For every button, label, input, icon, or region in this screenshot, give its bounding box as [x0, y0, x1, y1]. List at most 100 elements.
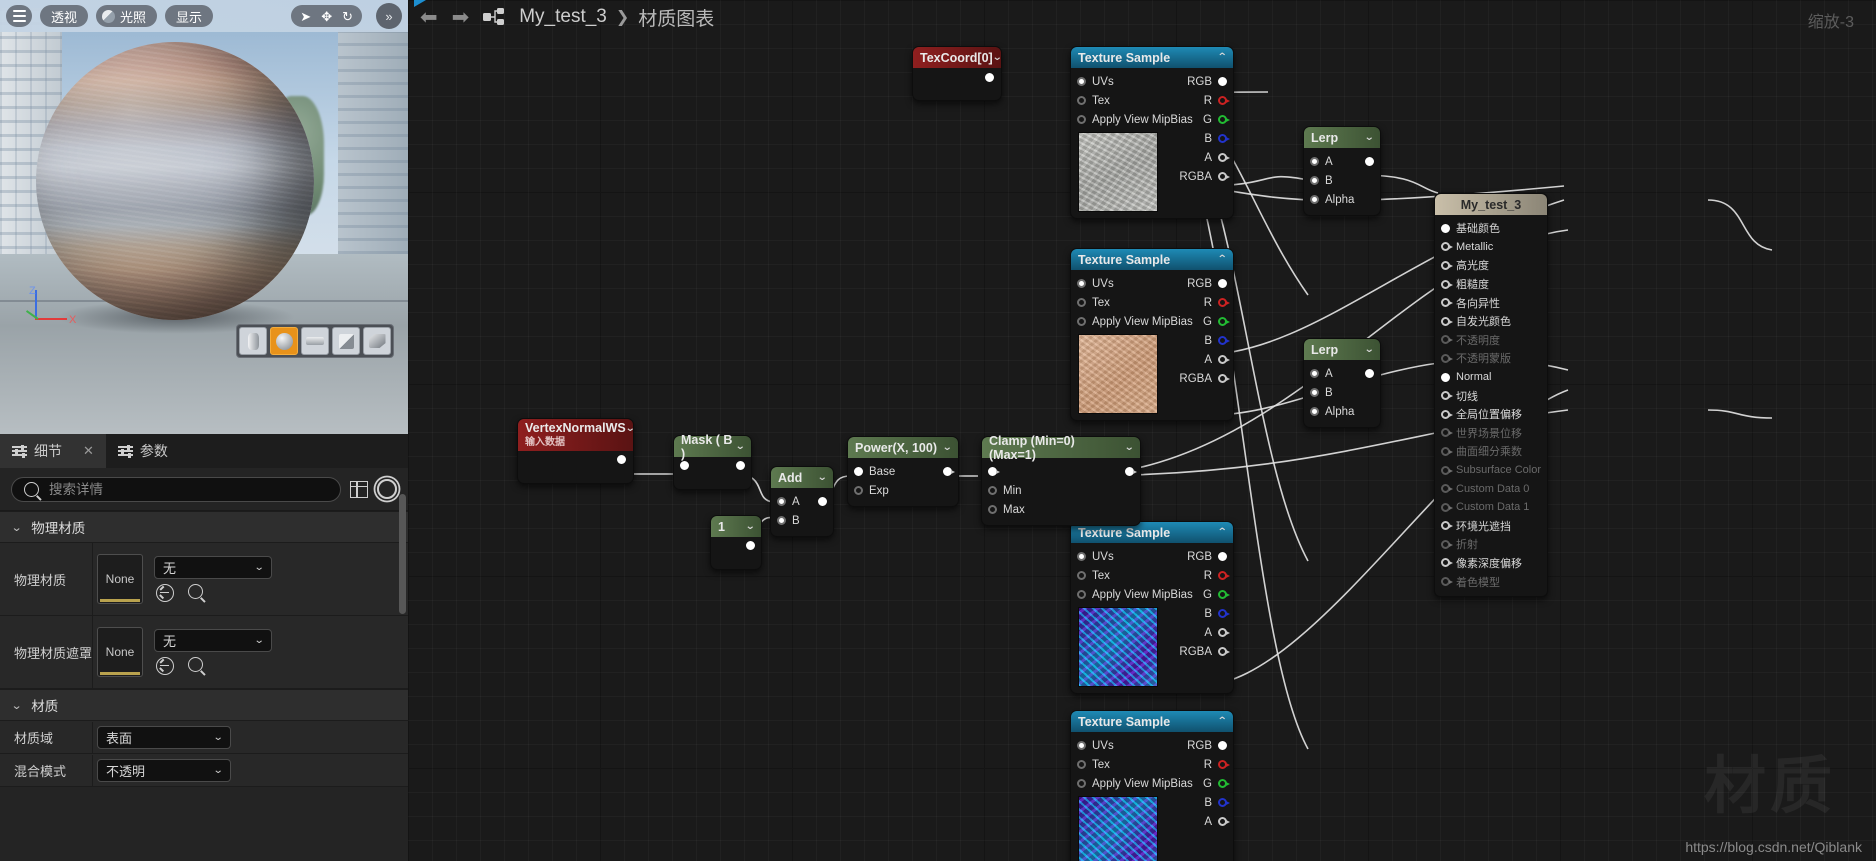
- shape-cylinder-button[interactable]: [239, 327, 267, 355]
- section-header-material[interactable]: ⌄ 材质: [0, 689, 408, 721]
- arrow-left-icon[interactable]: ⬅: [420, 7, 438, 28]
- material-pin[interactable]: 全局位置偏移: [1435, 405, 1547, 424]
- chevron-down-icon[interactable]: ⌄: [735, 441, 745, 452]
- node-header[interactable]: Clamp (Min=0) (Max=1) ⌄: [982, 437, 1140, 458]
- texture-thumbnail[interactable]: [1078, 796, 1158, 861]
- pin-mipbias[interactable]: [1077, 317, 1086, 326]
- node-lerp-basecolor[interactable]: Lerp ⌄ A B Alpha: [1303, 126, 1381, 216]
- search-input[interactable]: [47, 481, 328, 498]
- node-output-pin[interactable]: [746, 541, 755, 550]
- material-graph-canvas[interactable]: ⬅ ➡ My_test_3 ❯ 材质图表 缩放-3: [408, 0, 1876, 861]
- pin-a[interactable]: [1310, 369, 1319, 378]
- node-vertexnormalws[interactable]: VertexNormalWS ⌄ 输入数据: [517, 418, 634, 484]
- pin-r[interactable]: [1218, 571, 1227, 580]
- pin-a[interactable]: [1218, 817, 1227, 826]
- node-mask[interactable]: Mask ( B ) ⌄: [673, 435, 752, 490]
- node-power[interactable]: Power(X, 100) ⌄ Base Exp: [847, 436, 959, 507]
- node-header[interactable]: Power(X, 100) ⌄: [848, 437, 958, 458]
- node-output-pin[interactable]: [1365, 369, 1374, 378]
- node-output-pin[interactable]: [818, 497, 827, 506]
- pin-a[interactable]: [1310, 157, 1319, 166]
- material-pin-dot[interactable]: [1441, 224, 1450, 233]
- material-pin-dot[interactable]: [1441, 354, 1450, 363]
- chevron-down-icon[interactable]: ⌄: [1364, 132, 1374, 143]
- chevron-down-icon[interactable]: ⌄: [1124, 442, 1134, 453]
- pin-g[interactable]: [1218, 779, 1227, 788]
- material-pin-dot[interactable]: [1441, 540, 1450, 549]
- material-pin-dot[interactable]: [1441, 280, 1450, 289]
- node-lerp-normal[interactable]: Lerp ⌄ A B Alpha: [1303, 338, 1381, 428]
- asset-search-icon[interactable]: [188, 657, 203, 672]
- material-pin[interactable]: 切线: [1435, 386, 1547, 405]
- node-header[interactable]: Texture Sample ⌃: [1071, 249, 1233, 270]
- texture-thumbnail[interactable]: [1078, 334, 1158, 414]
- browse-back-icon[interactable]: [156, 584, 174, 602]
- material-pin[interactable]: 世界场景位移: [1435, 424, 1547, 443]
- pin-uvs[interactable]: [1077, 279, 1086, 288]
- move-icon[interactable]: ✥: [321, 10, 332, 23]
- material-pin-dot[interactable]: [1441, 410, 1450, 419]
- chevron-up-icon[interactable]: ⌃: [1217, 254, 1227, 265]
- material-pin[interactable]: 粗糙度: [1435, 275, 1547, 294]
- pin-b[interactable]: [1310, 388, 1319, 397]
- material-pin[interactable]: Normal: [1435, 368, 1547, 387]
- node-output-pin[interactable]: [1125, 467, 1134, 476]
- pin-b[interactable]: [1218, 609, 1227, 618]
- material-pin[interactable]: 曲面细分乘数: [1435, 442, 1547, 461]
- node-texcoord[interactable]: TexCoord[0] ⌄: [912, 46, 1002, 101]
- pin-rgba[interactable]: [1218, 374, 1227, 383]
- material-preview-viewport[interactable]: Z X 透视 光照 显示 ➤ ✥: [0, 0, 408, 434]
- tab-details[interactable]: 细节 ✕: [0, 434, 106, 468]
- details-scrollbar[interactable]: [399, 494, 406, 614]
- node-clamp[interactable]: Clamp (Min=0) (Max=1) ⌄ Min Max: [981, 436, 1141, 526]
- pin-a[interactable]: [1218, 628, 1227, 637]
- node-output-pin[interactable]: [617, 455, 626, 464]
- node-header[interactable]: 1 ⌄: [711, 516, 761, 537]
- column-layout-icon[interactable]: [350, 481, 368, 498]
- material-pin[interactable]: 折射: [1435, 535, 1547, 554]
- material-pin[interactable]: 基础颜色: [1435, 219, 1547, 238]
- asset-search-icon[interactable]: [188, 584, 203, 599]
- node-texture-sample-4[interactable]: Texture Sample ⌃ UVsRGB TexR Apply View …: [1070, 710, 1234, 861]
- pin-rgba[interactable]: [1218, 647, 1227, 656]
- pin-rgb[interactable]: [1218, 77, 1227, 86]
- chevron-down-icon[interactable]: ⌄: [942, 442, 952, 453]
- material-pin-dot[interactable]: [1441, 521, 1450, 530]
- pin-uvs[interactable]: [1077, 77, 1086, 86]
- material-pin[interactable]: 不透明度: [1435, 331, 1547, 350]
- material-pin[interactable]: Custom Data 0: [1435, 479, 1547, 498]
- node-material-output[interactable]: My_test_3 基础颜色Metallic高光度粗糙度各向异性自发光颜色不透明…: [1434, 193, 1548, 597]
- node-add[interactable]: Add ⌄ A B: [770, 466, 834, 537]
- pin-b[interactable]: [777, 516, 786, 525]
- shape-custom-button[interactable]: [363, 327, 391, 355]
- node-header[interactable]: VertexNormalWS ⌄ 输入数据: [518, 419, 633, 451]
- material-pin-dot[interactable]: [1441, 261, 1450, 270]
- node-header[interactable]: Lerp ⌄: [1304, 339, 1380, 360]
- chevron-down-icon[interactable]: ⌄: [1364, 344, 1374, 355]
- pin-b[interactable]: [1218, 336, 1227, 345]
- pin-r[interactable]: [1218, 298, 1227, 307]
- asset-combo[interactable]: 无 ⌄: [154, 629, 272, 652]
- node-header[interactable]: TexCoord[0] ⌄: [913, 47, 1001, 68]
- node-texture-sample-2[interactable]: Texture Sample ⌃ UVsRGB TexR Apply View …: [1070, 248, 1234, 421]
- chevron-down-icon[interactable]: ⌄: [817, 472, 827, 483]
- material-pin-dot[interactable]: [1441, 298, 1450, 307]
- shape-sphere-button[interactable]: [270, 327, 298, 355]
- tab-details-close[interactable]: ✕: [83, 443, 94, 459]
- material-domain-combo[interactable]: 表面 ⌄: [97, 726, 231, 749]
- tab-parameters[interactable]: 参数: [106, 434, 180, 468]
- pin-mipbias[interactable]: [1077, 115, 1086, 124]
- shape-plane-button[interactable]: [301, 327, 329, 355]
- pin-b[interactable]: [1218, 134, 1227, 143]
- pin-uvs[interactable]: [1077, 741, 1086, 750]
- node-output-pin[interactable]: [1365, 157, 1374, 166]
- show-button[interactable]: 显示: [165, 5, 213, 27]
- node-header[interactable]: Mask ( B ) ⌄: [674, 436, 751, 457]
- material-pin-dot[interactable]: [1441, 335, 1450, 344]
- details-search-box[interactable]: [11, 477, 341, 502]
- browse-back-icon[interactable]: [156, 657, 174, 675]
- node-header[interactable]: Lerp ⌄: [1304, 127, 1380, 148]
- breadcrumb-root[interactable]: My_test_3: [519, 6, 607, 28]
- asset-thumbnail[interactable]: None: [97, 627, 143, 677]
- preview-shape-picker[interactable]: [236, 324, 394, 358]
